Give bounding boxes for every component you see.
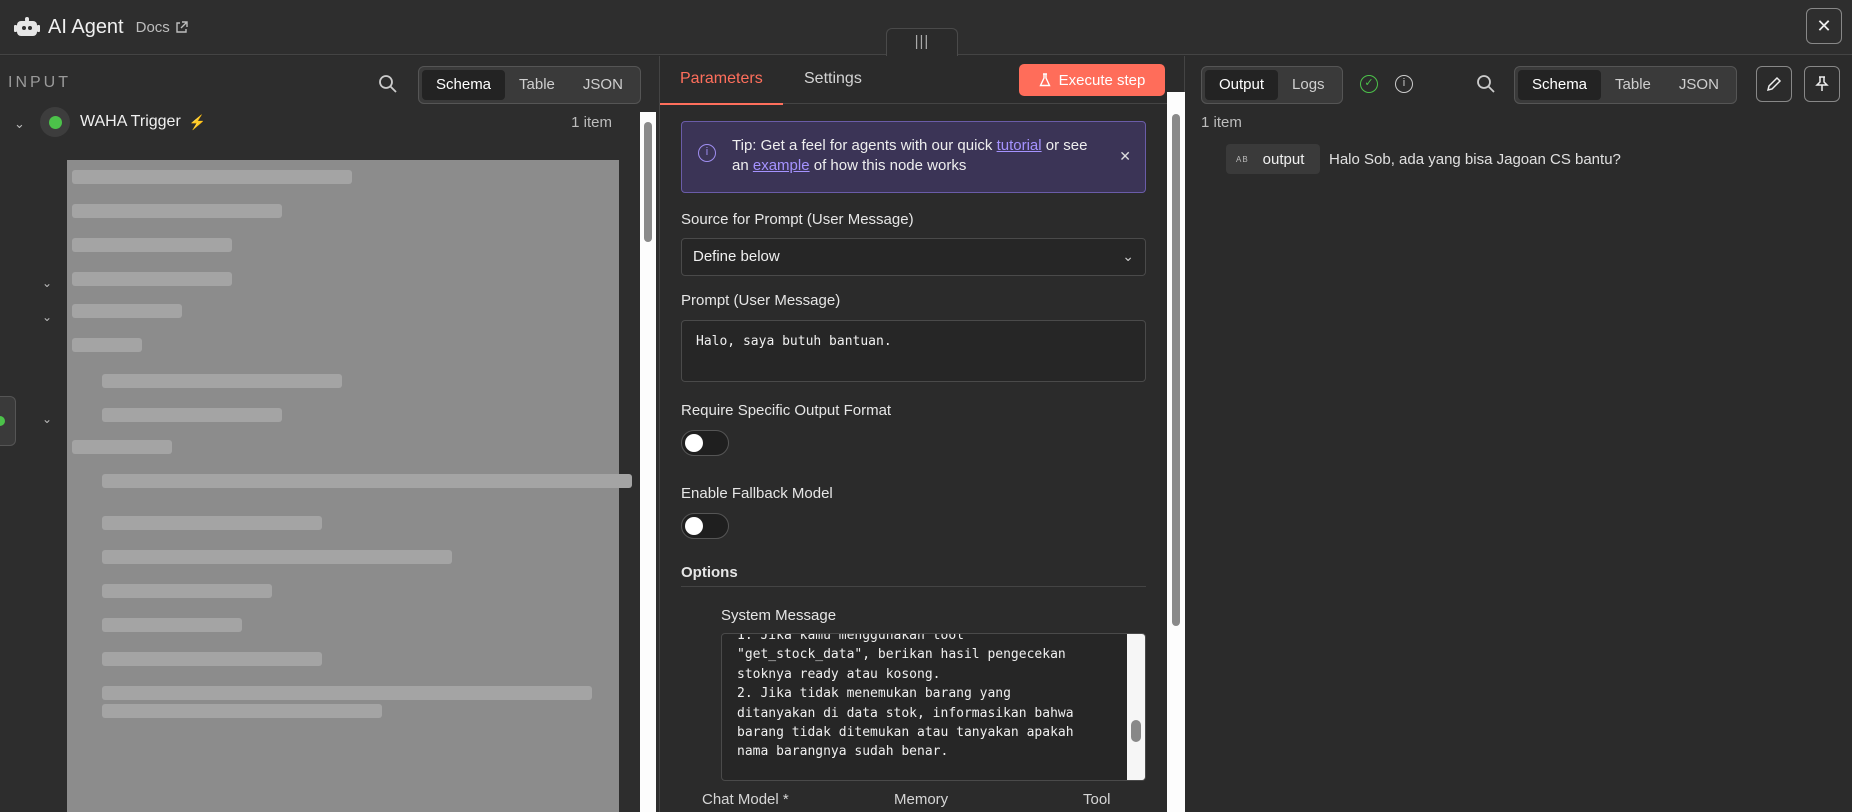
trigger-name: WAHA Trigger bbox=[80, 113, 181, 130]
execute-step-label: Execute step bbox=[1058, 71, 1146, 89]
string-type-icon: AB bbox=[1236, 154, 1249, 164]
close-icon: ✕ bbox=[1816, 15, 1832, 36]
lightning-icon: ⚡ bbox=[188, 113, 207, 130]
system-message-label: System Message bbox=[721, 607, 837, 624]
pin-output-button[interactable] bbox=[1804, 66, 1840, 102]
output-panel: Output Logs ✓ i Schema Table JSON 1 item… bbox=[1186, 56, 1852, 812]
success-check-icon: ✓ bbox=[1360, 75, 1378, 93]
external-link-icon bbox=[176, 20, 188, 33]
subnode-tool[interactable]: Tool bbox=[1083, 791, 1111, 808]
chevron-down-icon: ⌄ bbox=[1122, 248, 1134, 264]
close-tip-icon[interactable]: ✕ bbox=[1119, 148, 1131, 165]
drag-handle[interactable]: ||| bbox=[886, 28, 958, 56]
chevron-down-icon[interactable]: ⌄ bbox=[14, 116, 26, 131]
docs-label: Docs bbox=[135, 18, 170, 36]
subnode-memory[interactable]: Memory bbox=[894, 791, 948, 808]
system-message-value: 1. Jika kamu menggunakan tool "get_stock… bbox=[737, 633, 1074, 760]
execute-step-button[interactable]: Execute step bbox=[1019, 64, 1165, 96]
flask-icon bbox=[1039, 73, 1051, 87]
tab-settings[interactable]: Settings bbox=[804, 70, 862, 88]
info-icon: i bbox=[698, 144, 716, 162]
prompt-label: Prompt (User Message) bbox=[681, 292, 841, 309]
prompt-value: Halo, saya butuh bantuan. bbox=[696, 334, 892, 349]
parameters-tabs: Parameters Settings Execute step bbox=[660, 56, 1168, 105]
output-view-switcher: Schema Table JSON bbox=[1514, 66, 1737, 104]
system-message-scrollbar[interactable] bbox=[1127, 634, 1145, 780]
fallback-model-toggle[interactable] bbox=[681, 513, 729, 539]
tab-output[interactable]: Output bbox=[1205, 70, 1279, 100]
system-message-input[interactable]: 1. Jika kamu menggunakan tool "get_stock… bbox=[721, 633, 1146, 781]
tip-callout: i Tip: Get a feel for agents with our qu… bbox=[681, 121, 1146, 193]
search-icon[interactable] bbox=[1476, 74, 1496, 94]
chevron-down-icon[interactable]: ⌄ bbox=[42, 310, 52, 324]
source-prompt-select[interactable]: Define below ⌄ bbox=[681, 238, 1146, 276]
options-divider bbox=[681, 586, 1146, 587]
parameters-scrollbar[interactable] bbox=[1167, 92, 1185, 812]
robot-icon bbox=[14, 17, 40, 37]
close-button[interactable]: ✕ bbox=[1806, 8, 1842, 44]
input-scrollbar[interactable] bbox=[640, 112, 656, 812]
source-prompt-label: Source for Prompt (User Message) bbox=[681, 211, 914, 228]
tutorial-link[interactable]: tutorial bbox=[997, 137, 1042, 154]
waha-trigger-icon bbox=[40, 107, 70, 137]
input-view-table[interactable]: Table bbox=[505, 70, 569, 100]
edit-output-button[interactable] bbox=[1756, 66, 1792, 102]
input-view-json[interactable]: JSON bbox=[569, 70, 637, 100]
subnode-chat-model[interactable]: Chat Model * bbox=[702, 791, 789, 808]
tip-text: Tip: Get a feel for agents with our quic… bbox=[732, 136, 1102, 176]
node-title: AI Agent bbox=[48, 15, 124, 38]
options-heading: Options bbox=[681, 564, 738, 581]
tab-logs[interactable]: Logs bbox=[1278, 70, 1339, 100]
search-icon[interactable] bbox=[378, 74, 398, 94]
chevron-down-icon[interactable]: ⌄ bbox=[42, 412, 52, 426]
info-icon[interactable]: i bbox=[1395, 75, 1413, 93]
require-format-toggle[interactable] bbox=[681, 430, 729, 456]
input-panel-label: INPUT bbox=[8, 74, 71, 91]
tip-suffix: of how this node works bbox=[813, 157, 967, 174]
prompt-input[interactable]: Halo, saya butuh bantuan. bbox=[681, 320, 1146, 382]
output-tab-switcher: Output Logs bbox=[1201, 66, 1343, 104]
trigger-item-count: 1 item bbox=[571, 113, 612, 131]
status-dot-icon bbox=[0, 416, 5, 426]
output-key: output bbox=[1262, 150, 1305, 168]
input-view-switcher: Schema Table JSON bbox=[418, 66, 641, 104]
output-item-count: 1 item bbox=[1201, 114, 1242, 131]
fallback-model-label: Enable Fallback Model bbox=[681, 485, 833, 502]
trigger-node-row[interactable]: ⌄ WAHA Trigger ⚡ 1 item bbox=[0, 100, 640, 144]
tip-prefix: Tip: Get a feel for agents with our quic… bbox=[732, 137, 993, 154]
pencil-icon bbox=[1766, 76, 1782, 92]
output-view-json[interactable]: JSON bbox=[1665, 70, 1733, 100]
require-format-label: Require Specific Output Format bbox=[681, 402, 892, 419]
redacted-schema-area bbox=[67, 160, 632, 812]
tab-parameters[interactable]: Parameters bbox=[660, 70, 783, 105]
output-key-pill[interactable]: AB output bbox=[1226, 144, 1320, 174]
parameters-panel: Parameters Settings Execute step i Tip: … bbox=[659, 56, 1185, 812]
input-panel: INPUT Schema Table JSON ⌄ WAHA Trigger ⚡… bbox=[0, 56, 659, 812]
collapse-handle[interactable] bbox=[0, 396, 16, 446]
docs-link[interactable]: Docs bbox=[136, 19, 188, 36]
chevron-down-icon[interactable]: ⌄ bbox=[42, 276, 52, 290]
output-view-schema[interactable]: Schema bbox=[1518, 70, 1602, 100]
output-value: Halo Sob, ada yang bisa Jagoan CS bantu? bbox=[1329, 151, 1621, 168]
example-link[interactable]: example bbox=[753, 157, 810, 174]
pin-icon bbox=[1815, 76, 1829, 91]
output-view-table[interactable]: Table bbox=[1601, 70, 1665, 100]
source-prompt-value: Define below bbox=[693, 248, 780, 265]
input-view-schema[interactable]: Schema bbox=[422, 70, 506, 100]
